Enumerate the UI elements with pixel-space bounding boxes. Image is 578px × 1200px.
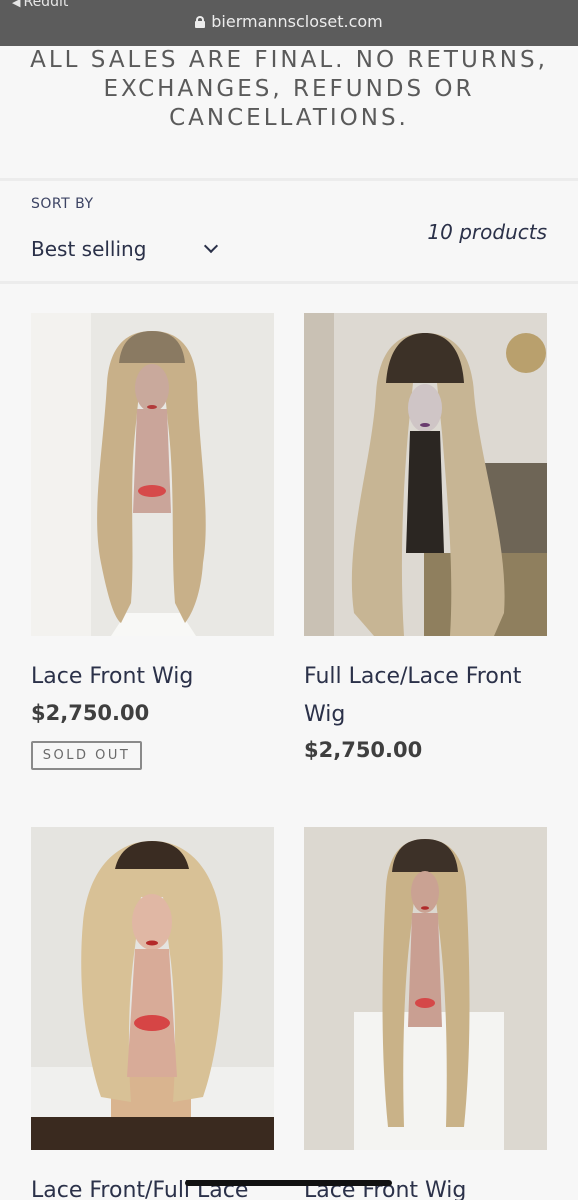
product-title[interactable]: Lace Front Wig: [304, 1172, 547, 1200]
divider: [0, 178, 578, 181]
product-photo: [304, 313, 547, 636]
sort-select[interactable]: Best selling: [31, 237, 231, 267]
chevron-down-icon: [203, 238, 219, 254]
product-image[interactable]: [304, 313, 547, 636]
back-link-label: Reddit: [23, 0, 69, 10]
back-to-app-link[interactable]: ◀ Reddit: [12, 0, 68, 10]
sort-select-value: Best selling: [31, 237, 147, 261]
product-photo: [31, 827, 274, 1150]
product-image[interactable]: [31, 827, 274, 1150]
sort-by-label: SORT BY: [31, 196, 94, 212]
back-arrow-icon: ◀: [12, 0, 21, 9]
url-field[interactable]: biermannscloset.com: [0, 12, 578, 31]
product-photo: [304, 827, 547, 1150]
product-title[interactable]: Lace Front/Full Lace: [31, 1172, 274, 1200]
product-price: $2,750.00: [31, 701, 150, 725]
product-title[interactable]: Full Lace/Lace Front Wig: [304, 658, 547, 734]
product-title[interactable]: Lace Front Wig: [31, 658, 274, 696]
browser-address-bar: ◀ Reddit biermannscloset.com: [0, 0, 578, 46]
home-indicator[interactable]: [185, 1180, 392, 1186]
product-price: $2,750.00: [304, 738, 423, 762]
url-text: biermannscloset.com: [211, 12, 383, 31]
product-photo: [31, 313, 274, 636]
product-count: 10 products: [427, 220, 547, 244]
announcement-banner: ALL SALES ARE FINAL. NO RETURNS, EXCHANG…: [30, 47, 548, 131]
product-image[interactable]: [31, 313, 274, 636]
sold-out-badge: SOLD OUT: [31, 741, 142, 770]
lock-icon: [195, 16, 206, 28]
product-image[interactable]: [304, 827, 547, 1150]
divider: [0, 281, 578, 284]
